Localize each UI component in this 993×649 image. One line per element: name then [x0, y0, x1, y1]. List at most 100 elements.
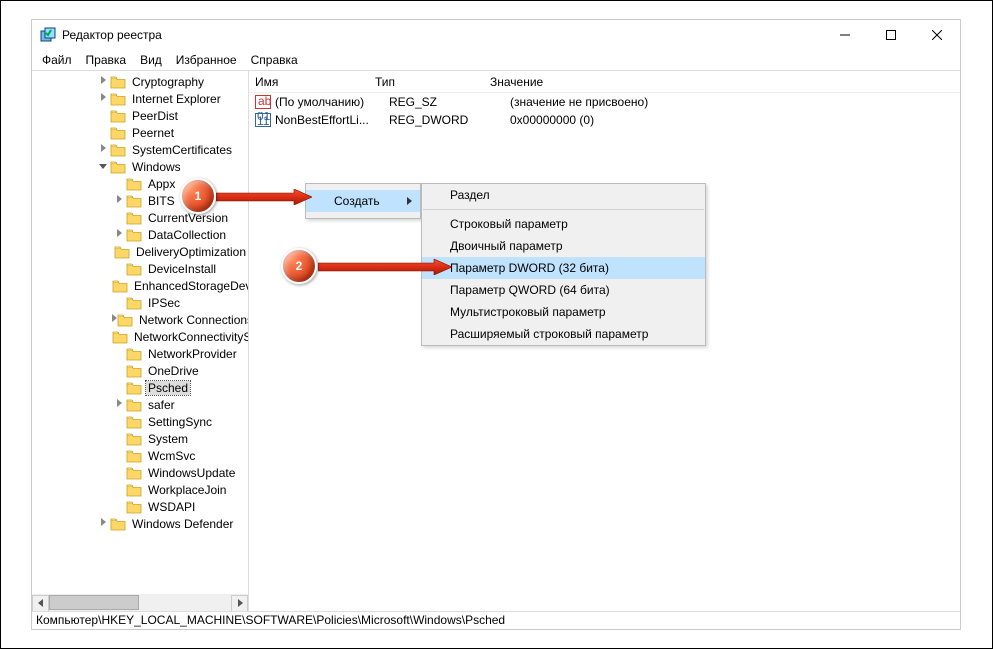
expand-icon[interactable]	[96, 93, 110, 104]
tree-item[interactable]: System	[32, 430, 248, 447]
expand-icon[interactable]	[112, 195, 126, 206]
scroll-thumb[interactable]	[49, 595, 139, 610]
badge-number: 2	[296, 259, 303, 273]
tree-item[interactable]: Psched	[32, 379, 248, 396]
folder-icon	[126, 449, 142, 463]
tree-item-label: Psched	[146, 381, 190, 395]
folder-icon	[126, 364, 142, 378]
ctx-new-key[interactable]: Раздел	[422, 184, 705, 206]
menu-edit[interactable]: Правка	[80, 51, 133, 69]
tree-item-label: WSDAPI	[146, 500, 197, 514]
svg-text:ab: ab	[258, 94, 271, 108]
tree-item[interactable]: Windows	[32, 158, 248, 175]
ctx-new-dword[interactable]: Параметр DWORD (32 бита)	[422, 257, 705, 279]
binary-value-icon: 011110	[255, 112, 271, 128]
menu-file[interactable]: Файл	[36, 51, 78, 69]
scroll-left-button[interactable]	[32, 595, 49, 612]
collapse-icon[interactable]	[96, 161, 110, 172]
tree-item-label: DeviceInstall	[146, 262, 218, 276]
header-value[interactable]: Значение	[484, 75, 960, 89]
expand-icon[interactable]	[96, 518, 110, 529]
registry-tree[interactable]: Cryptography Internet Explorer PeerDist Pee…	[32, 71, 248, 594]
tree-pane: Cryptography Internet Explorer PeerDist Pee…	[32, 71, 249, 611]
tree-item-label: Peernet	[130, 126, 176, 140]
tree-item-label: BITS	[146, 194, 177, 208]
value-type: REG_SZ	[389, 95, 504, 109]
tree-item[interactable]: SystemCertificates	[32, 141, 248, 158]
maximize-button[interactable]	[868, 20, 914, 50]
ctx-new-multi[interactable]: Мультистроковый параметр	[422, 301, 705, 323]
tree-item-label: WorkplaceJoin	[146, 483, 228, 497]
tree-item[interactable]: Cryptography	[32, 73, 248, 90]
ctx-new-string[interactable]: Строковый параметр	[422, 213, 705, 235]
tree-item[interactable]: Network Connections	[32, 311, 248, 328]
tree-item[interactable]: CurrentVersion	[32, 209, 248, 226]
tree-horizontal-scrollbar[interactable]	[32, 594, 248, 611]
close-button[interactable]	[914, 20, 960, 50]
value-row[interactable]: ab(По умолчанию)REG_SZ(значение не присв…	[249, 93, 960, 111]
tree-item[interactable]: OneDrive	[32, 362, 248, 379]
string-value-icon: ab	[255, 94, 271, 110]
tree-item-label: DeliveryOptimization	[134, 245, 248, 259]
tree-item[interactable]: SettingSync	[32, 413, 248, 430]
tree-item-label: IPSec	[146, 296, 182, 310]
ctx-new-binary[interactable]: Двоичный параметр	[422, 235, 705, 257]
context-submenu: Раздел Строковый параметр Двоичный парам…	[421, 183, 706, 346]
tree-item[interactable]: safer	[32, 396, 248, 413]
statusbar-path: Компьютер\HKEY_LOCAL_MACHINE\SOFTWARE\Po…	[36, 613, 505, 627]
tree-item-label: Appx	[146, 177, 177, 191]
tree-item[interactable]: DataCollection	[32, 226, 248, 243]
folder-icon	[110, 75, 126, 89]
header-name[interactable]: Имя	[249, 75, 369, 89]
tree-item[interactable]: WindowsUpdate	[32, 464, 248, 481]
expand-icon[interactable]	[96, 76, 110, 87]
folder-icon	[126, 500, 142, 514]
scroll-track[interactable]	[49, 595, 231, 612]
expand-icon[interactable]	[112, 399, 126, 410]
folder-icon	[112, 330, 128, 344]
titlebar[interactable]: Редактор реестра	[32, 20, 960, 50]
badge-number: 1	[195, 189, 202, 203]
window-title: Редактор реестра	[62, 28, 822, 42]
menu-favorites[interactable]: Избранное	[170, 51, 243, 69]
folder-icon	[110, 109, 126, 123]
ctx-create-label: Создать	[334, 194, 380, 208]
menu-help[interactable]: Справка	[245, 51, 304, 69]
scroll-right-button[interactable]	[231, 595, 248, 612]
annotation-badge-1: 1	[180, 178, 216, 214]
tree-item-label: Internet Explorer	[130, 92, 223, 106]
value-row[interactable]: 011110NonBestEffortLi...REG_DWORD0x00000…	[249, 111, 960, 129]
app-icon	[40, 27, 56, 43]
tree-item[interactable]: DeliveryOptimization	[32, 243, 248, 260]
tree-item-label: PeerDist	[130, 109, 180, 123]
values-list[interactable]: ab(По умолчанию)REG_SZ(значение не присв…	[249, 93, 960, 611]
ctx-new-qword[interactable]: Параметр QWORD (64 бита)	[422, 279, 705, 301]
ctx-new-expand[interactable]: Расширяемый строковый параметр	[422, 323, 705, 345]
tree-item[interactable]: NetworkProvider	[32, 345, 248, 362]
tree-item[interactable]: WSDAPI	[32, 498, 248, 515]
expand-icon[interactable]	[96, 144, 110, 155]
annotation-arrow-1	[216, 189, 312, 205]
tree-item[interactable]: Peernet	[32, 124, 248, 141]
menu-view[interactable]: Вид	[134, 51, 168, 69]
tree-item[interactable]: EnhancedStorageDevices	[32, 277, 248, 294]
tree-item[interactable]: IPSec	[32, 294, 248, 311]
tree-item[interactable]: WorkplaceJoin	[32, 481, 248, 498]
tree-item[interactable]: WcmSvc	[32, 447, 248, 464]
context-menu: Создать	[305, 183, 421, 219]
expand-icon[interactable]	[112, 229, 126, 240]
menubar: Файл Правка Вид Избранное Справка	[32, 50, 960, 70]
folder-icon	[114, 245, 130, 259]
minimize-button[interactable]	[822, 20, 868, 50]
ctx-label: Мультистроковый параметр	[450, 305, 606, 319]
tree-item-label: Windows Defender	[130, 517, 235, 531]
folder-icon	[126, 211, 142, 225]
tree-item[interactable]: Internet Explorer	[32, 90, 248, 107]
tree-item[interactable]: PeerDist	[32, 107, 248, 124]
tree-item[interactable]: Windows Defender	[32, 515, 248, 532]
header-type[interactable]: Тип	[369, 75, 484, 89]
ctx-create[interactable]: Создать	[306, 190, 420, 212]
tree-item[interactable]: NetworkConnectivityStatusIndicator	[32, 328, 248, 345]
value-data: 0x00000000 (0)	[504, 113, 960, 127]
tree-item[interactable]: DeviceInstall	[32, 260, 248, 277]
